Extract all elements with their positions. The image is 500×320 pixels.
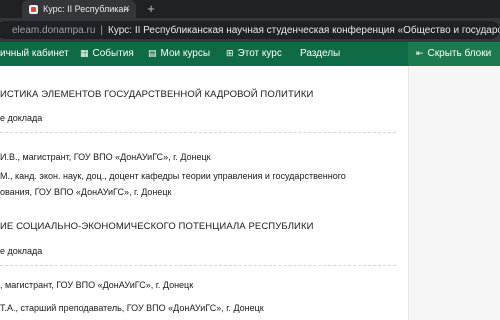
page-title: Курс: II Республиканская научная студенч… bbox=[108, 24, 500, 36]
calendar-icon: ▦ bbox=[80, 48, 89, 58]
browser-tab-strip: Курс: II Республиканская × + bbox=[0, 0, 500, 18]
report-heading: ИЕ СОЦИАЛЬНО-ЭКОНОМИЧЕСКОГО ПОТЕНЦИАЛА Р… bbox=[0, 221, 314, 232]
browser-toolbar: eleam.donampa.ru | Курс: II Республиканс… bbox=[0, 18, 500, 42]
sitemap-icon: ⊞ bbox=[226, 48, 234, 58]
report-subhead[interactable]: е доклада bbox=[0, 246, 42, 256]
new-tab-button[interactable]: + bbox=[144, 2, 158, 16]
page-content: ИСТИКА ЭЛЕМЕНТОВ ГОСУДАРСТВЕННОЙ КАДРОВО… bbox=[0, 66, 500, 320]
close-tab-icon[interactable]: × bbox=[124, 3, 130, 15]
nav-my-courses-label: Мои курсы bbox=[160, 48, 211, 59]
nav-this-course-label: Этот курс bbox=[237, 48, 282, 59]
nav-sections-label: Разделы bbox=[300, 48, 341, 59]
nav-my-courses[interactable]: ▤ Мои курсы bbox=[148, 48, 210, 59]
author-line: ования, ГОУ ВПО «ДонАУиГС», г. Донецк bbox=[0, 187, 172, 197]
section-divider bbox=[0, 132, 396, 133]
browser-tab[interactable]: Курс: II Республиканская × bbox=[22, 0, 136, 18]
blocks-sidebar bbox=[408, 66, 500, 320]
collapse-blocks-icon: ⇤ bbox=[416, 48, 424, 58]
course-main-column: ИСТИКА ЭЛЕМЕНТОВ ГОСУДАРСТВЕННОЙ КАДРОВО… bbox=[0, 66, 408, 320]
tab-title: Курс: II Республиканская bbox=[43, 4, 129, 14]
nav-events-label: События bbox=[92, 48, 134, 59]
address-bar[interactable]: eleam.donampa.ru | Курс: II Республиканс… bbox=[0, 21, 500, 39]
author-line: Т.А., старший преподаватель, ГОУ ВПО «До… bbox=[0, 303, 264, 313]
site-navbar: ичный кабинет ▦ События ▤ Мои курсы ⊞ Эт… bbox=[0, 42, 500, 66]
report-subhead[interactable]: е доклада bbox=[0, 113, 42, 123]
report-heading: ИСТИКА ЭЛЕМЕНТОВ ГОСУДАРСТВЕННОЙ КАДРОВО… bbox=[0, 89, 314, 100]
courses-icon: ▤ bbox=[148, 48, 157, 58]
nav-sections[interactable]: Разделы bbox=[300, 48, 340, 59]
nav-this-course[interactable]: ⊞ Этот курс bbox=[226, 48, 282, 59]
hide-blocks-button[interactable]: ⇤ Скрыть блоки bbox=[416, 48, 491, 59]
url-separator: | bbox=[100, 24, 103, 36]
url-text: eleam.donampa.ru bbox=[12, 24, 96, 36]
nav-events[interactable]: ▦ События bbox=[80, 48, 134, 59]
author-line: М., канд. экон. наук, доц., доцент кафед… bbox=[0, 171, 346, 181]
author-line: И.В., магистрант, ГОУ ВПО «ДонАУиГС», г.… bbox=[0, 152, 211, 162]
section-divider bbox=[0, 265, 396, 266]
hide-blocks-area: ⇤ Скрыть блоки bbox=[408, 42, 500, 66]
site-favicon-icon bbox=[29, 4, 38, 14]
nav-personal-cabinet[interactable]: ичный кабинет bbox=[0, 48, 69, 59]
hide-blocks-label: Скрыть блоки bbox=[427, 48, 492, 59]
author-line: , магистрант, ГОУ ВПО «ДонАУиГС», г. Дон… bbox=[0, 280, 194, 290]
nav-personal-cabinet-label: ичный кабинет bbox=[0, 48, 69, 59]
